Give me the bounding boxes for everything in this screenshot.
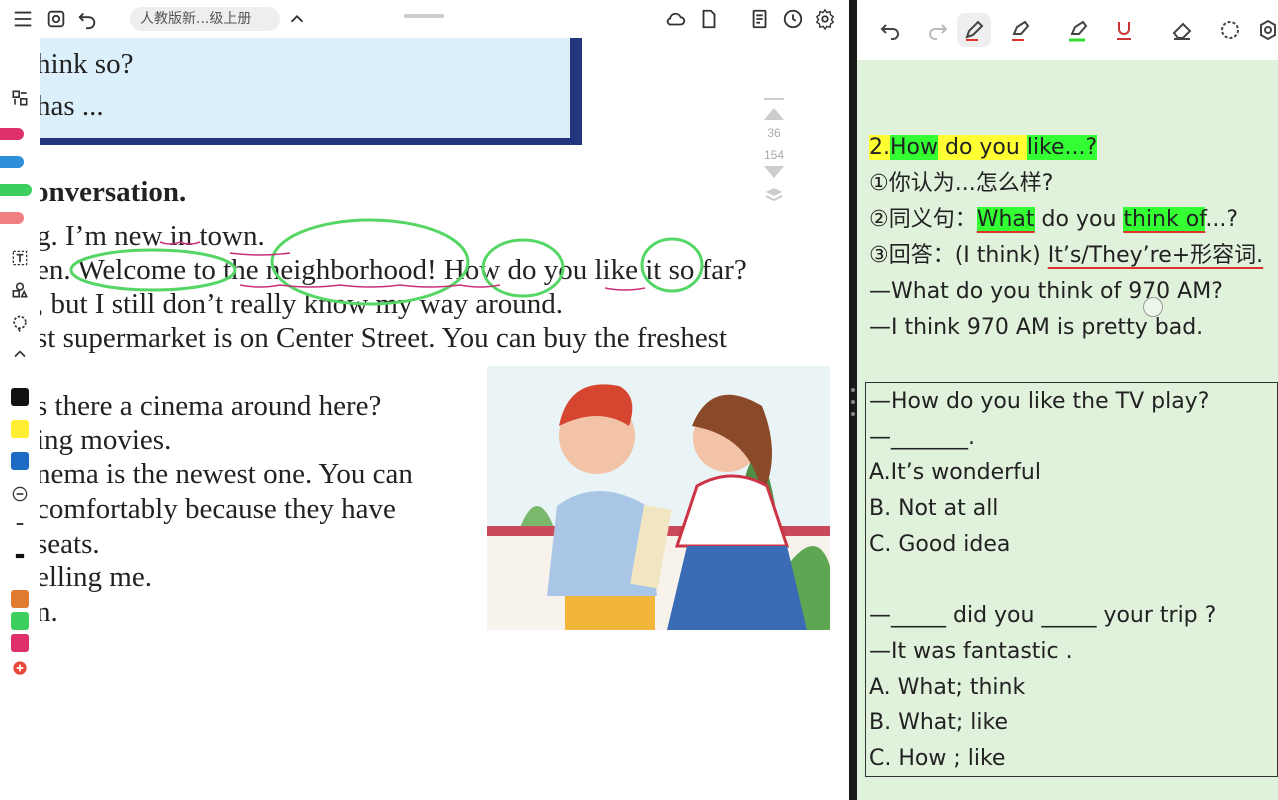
split-screen-app: 人教版新...级上册 hink so? has ... onversation.… xyxy=(0,0,1278,800)
eraser-icon[interactable] xyxy=(1165,13,1199,47)
page-down-icon[interactable] xyxy=(764,166,784,178)
note-line: ③回答：(I think) It’s/They’re+形容词. xyxy=(869,243,1264,268)
note-line: —I think 970 AM is pretty bad. xyxy=(869,315,1204,340)
eraser-tool[interactable] xyxy=(0,212,24,224)
undo-icon[interactable] xyxy=(74,6,100,32)
underline-icon[interactable] xyxy=(1107,13,1141,47)
highlighter-icon[interactable] xyxy=(1003,13,1037,47)
notes-toolbar xyxy=(857,0,1278,60)
text-box-icon[interactable] xyxy=(0,248,40,268)
note-heading: 2.How do you like...? xyxy=(869,135,1098,160)
redo-icon[interactable] xyxy=(921,13,955,47)
textbook-illustration xyxy=(487,366,830,630)
quiz-line: B. Not at all xyxy=(869,496,999,522)
chevron-up-icon[interactable] xyxy=(0,344,40,364)
stylus-cursor xyxy=(1143,297,1163,317)
settings-icon[interactable] xyxy=(1251,13,1278,47)
menu-icon[interactable] xyxy=(10,6,36,32)
chevron-up-icon[interactable] xyxy=(284,6,310,32)
quiz-line: —_______. xyxy=(869,424,975,450)
textbook-page[interactable]: hink so? has ... onversation. g. I’m new… xyxy=(40,38,849,800)
color-swatch-blue[interactable] xyxy=(11,452,29,470)
note-line: ①你认为...怎么样? xyxy=(869,171,1054,196)
pen-red-tool[interactable] xyxy=(0,128,24,140)
document-title[interactable]: 人教版新...级上册 xyxy=(130,7,280,31)
note-line: —What do you think of 970 AM? xyxy=(869,279,1223,304)
annotation-tool-sidebar xyxy=(0,38,40,800)
color-swatch-orange[interactable] xyxy=(11,590,29,608)
quiz-line xyxy=(869,562,1216,598)
lasso-icon[interactable] xyxy=(1213,13,1247,47)
color-swatch-black[interactable] xyxy=(11,388,29,406)
highlighter-green-icon[interactable] xyxy=(1061,13,1095,47)
cloud-sync-icon[interactable] xyxy=(663,6,689,32)
undo-icon[interactable] xyxy=(873,13,907,47)
page-scroll-indicator[interactable]: 36 154 xyxy=(762,98,786,204)
quiz-line: —It was fantastic . xyxy=(869,638,1073,664)
lasso-icon[interactable] xyxy=(0,314,40,334)
document-toolbar: 人教版新...级上册 xyxy=(0,0,849,38)
quiz-line: B. What; like xyxy=(869,710,1009,736)
color-swatch-green-selected[interactable] xyxy=(11,612,29,630)
page-up-icon[interactable] xyxy=(764,108,784,120)
shapes-icon[interactable] xyxy=(0,280,40,300)
quiz-line: A.It’s wonderful xyxy=(869,460,1041,486)
add-color-icon[interactable] xyxy=(0,658,40,678)
layout-icon[interactable] xyxy=(0,88,40,108)
notes-content[interactable]: 2.How do you like...? ①你认为...怎么样? ②同义句：W… xyxy=(869,130,1278,346)
color-swatch-pink[interactable] xyxy=(11,634,29,652)
stroke-thin-icon[interactable] xyxy=(0,514,40,534)
clock-icon[interactable] xyxy=(780,6,806,32)
quiz-line: C. Good idea xyxy=(869,531,1011,557)
page-icon[interactable] xyxy=(696,6,722,32)
total-pages: 154 xyxy=(763,148,785,162)
note-line: ②同义句：What do you think of...? xyxy=(869,207,1238,232)
pen-blue-tool[interactable] xyxy=(0,156,24,168)
settings-icon[interactable] xyxy=(812,6,838,32)
screenshot-icon[interactable] xyxy=(43,6,69,32)
quiz-line: C. How ; like xyxy=(869,745,1006,771)
minus-icon[interactable] xyxy=(0,484,40,504)
layers-icon[interactable] xyxy=(764,186,784,204)
document-pane: 人教版新...级上册 hink so? has ... onversation.… xyxy=(0,0,849,800)
current-page: 36 xyxy=(767,126,781,140)
notes-icon[interactable] xyxy=(747,6,773,32)
quiz-content[interactable]: —How do you like the TV play? —_______. … xyxy=(869,384,1216,777)
quiz-line: —_____ did you _____ your trip ? xyxy=(869,603,1217,629)
pen-icon[interactable] xyxy=(957,13,991,47)
quiz-line: A. What; think xyxy=(869,674,1026,700)
color-swatch-yellow[interactable] xyxy=(11,420,29,438)
highlighter-green-tool[interactable] xyxy=(0,184,32,196)
window-drag-handle[interactable] xyxy=(404,14,444,18)
stroke-thick-icon[interactable] xyxy=(0,546,40,566)
notes-pane: 2.How do you like...? ①你认为...怎么样? ②同义句：W… xyxy=(857,0,1278,800)
divider-handle[interactable] xyxy=(850,388,856,416)
quiz-line: —How do you like the TV play? xyxy=(869,389,1210,414)
